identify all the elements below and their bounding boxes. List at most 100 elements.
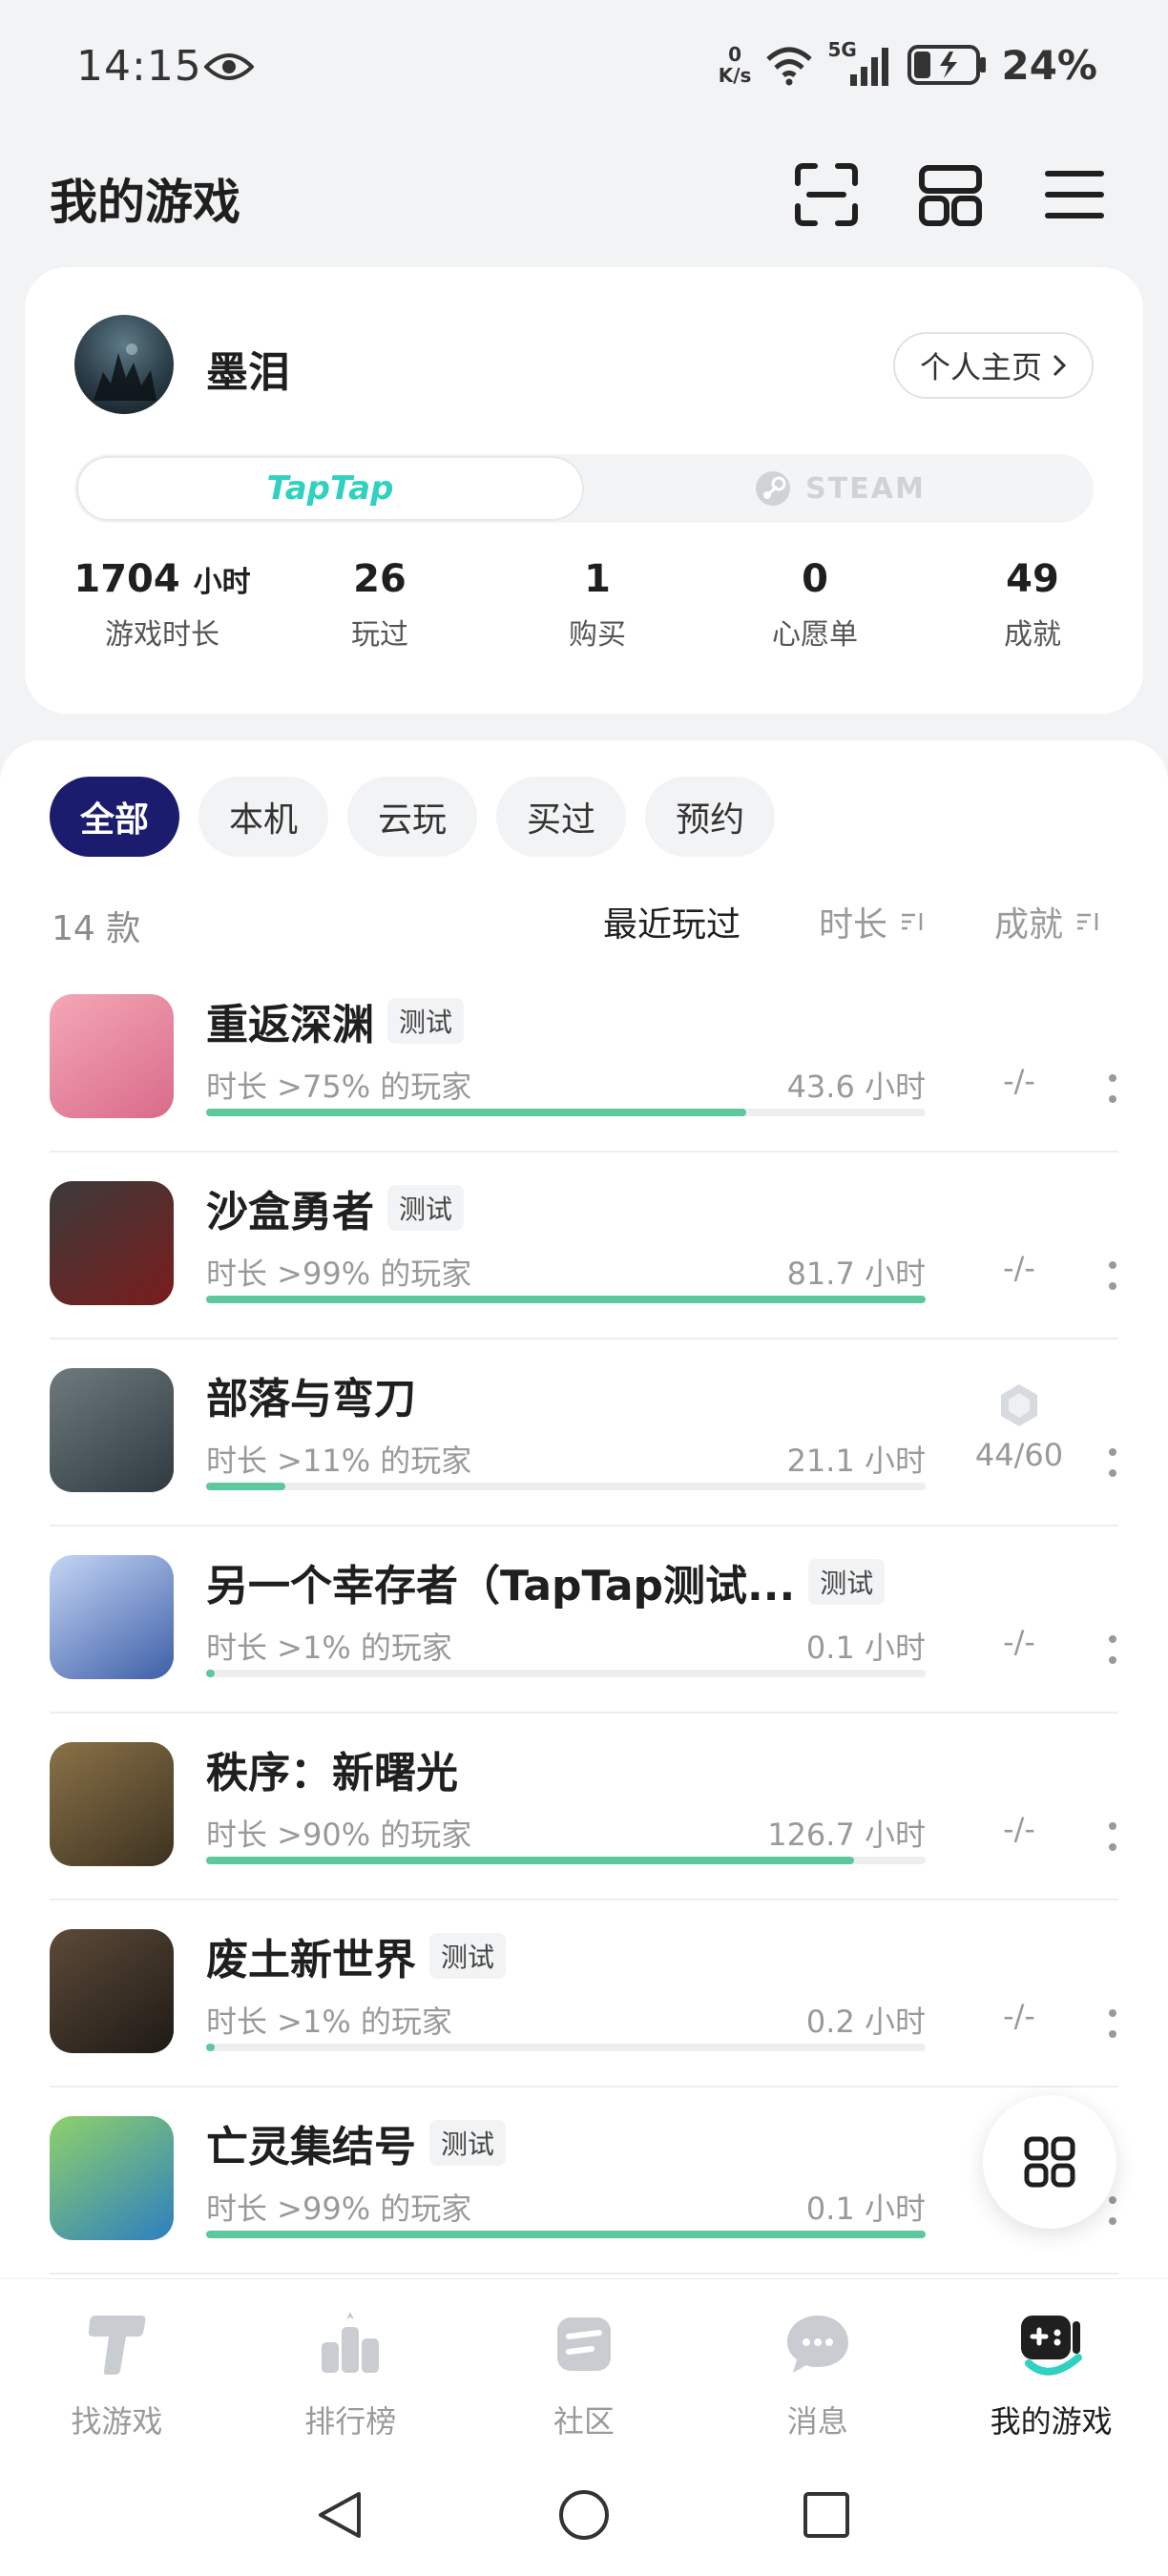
filter-reserved[interactable]: 预约 [645, 777, 776, 857]
battery-percent: 24% [1001, 41, 1097, 89]
status-time: 14:15 [76, 42, 202, 91]
playtime-bar-fill [206, 2044, 216, 2051]
game-icon[interactable] [50, 1181, 174, 1305]
stat-playtime-value: 1704 [73, 557, 180, 601]
game-row[interactable]: 沙盒勇者 测试 时长 >99% 的玩家 81.7 小时 -/- [0, 1153, 1168, 1340]
game-hours: 0.2 小时 [805, 2004, 926, 2040]
taptap-icon [89, 2316, 146, 2375]
stat-purchased-label: 购买 [569, 618, 626, 652]
scan-icon[interactable] [792, 160, 861, 229]
back-icon[interactable] [315, 2488, 365, 2542]
more-icon[interactable] [1107, 1257, 1118, 1296]
game-row[interactable]: 另一个幸存者（TapTap测试... 测试 时长 >1% 的玩家 0.1 小时 … [0, 1527, 1168, 1714]
floating-grid-button[interactable] [983, 2095, 1116, 2229]
nav-ranking[interactable]: 排行榜 [234, 2279, 468, 2450]
game-row[interactable]: 秩序：新曙光 时长 >90% 的玩家 126.7 小时 -/- [0, 1714, 1168, 1901]
system-nav-bar [0, 2450, 1168, 2576]
game-hours: 43.6 小时 [786, 1069, 926, 1105]
nav-label: 我的游戏 [990, 2403, 1113, 2440]
stat-wishlist[interactable]: 0 心愿单 [706, 557, 924, 653]
stat-played[interactable]: 26 玩过 [271, 557, 489, 653]
avatar[interactable] [74, 315, 174, 414]
sort-icon [1077, 913, 1098, 930]
playtime-bar [206, 1483, 926, 1490]
home-icon[interactable] [557, 2488, 611, 2542]
stat-playtime[interactable]: 1704 小时 游戏时长 [25, 557, 271, 653]
more-icon[interactable] [1107, 1818, 1118, 1857]
game-icon[interactable] [50, 1742, 174, 1866]
test-badge: 测试 [387, 1185, 465, 1231]
game-achievements: -/- [1003, 1063, 1035, 1099]
sort-playtime[interactable]: 时长 [819, 897, 927, 946]
game-icon[interactable] [50, 2116, 174, 2240]
stat-purchased-value: 1 [584, 557, 611, 601]
eye-icon [204, 53, 254, 80]
game-icon[interactable] [50, 994, 174, 1118]
sort-icon [902, 913, 923, 930]
stat-wishlist-value: 0 [802, 557, 828, 601]
game-percentile: 时长 >99% 的玩家 [206, 1256, 472, 1292]
stat-wishlist-label: 心愿单 [772, 618, 858, 652]
game-hours: 126.7 小时 [767, 1817, 926, 1853]
filter-all[interactable]: 全部 [50, 777, 180, 857]
nav-community[interactable]: 社区 [468, 2279, 701, 2450]
game-row[interactable]: 废土新世界 测试 时长 >1% 的玩家 0.2 小时 -/- [0, 1901, 1168, 2088]
game-title: 重返深渊 [206, 1001, 374, 1049]
sort-achievements[interactable]: 成就 [994, 897, 1102, 946]
game-row[interactable]: 部落与弯刀 时长 >11% 的玩家 21.1 小时 44/60 [0, 1340, 1168, 1527]
filter-purchased[interactable]: 买过 [496, 777, 627, 857]
nav-messages[interactable]: 消息 [700, 2279, 934, 2450]
stat-played-label: 玩过 [351, 618, 408, 652]
message-icon [786, 2316, 848, 2373]
layout-icon[interactable] [916, 160, 985, 229]
nav-find-games[interactable]: 找游戏 [0, 2279, 234, 2450]
more-icon[interactable] [1107, 1444, 1118, 1483]
game-achievements: -/- [1003, 1624, 1035, 1660]
game-achievements: -/- [1003, 1998, 1035, 2034]
filter-local[interactable]: 本机 [198, 777, 329, 857]
nav-my-games[interactable]: 我的游戏 [934, 2279, 1168, 2450]
game-hours: 81.7 小时 [786, 1256, 926, 1292]
platform-steam-tab[interactable]: STEAM [586, 454, 1094, 523]
achievement-medal-icon [1001, 1384, 1037, 1426]
recents-icon[interactable] [802, 2490, 851, 2540]
game-title: 沙盒勇者 [206, 1188, 374, 1236]
more-icon[interactable] [1107, 1631, 1118, 1670]
game-achievements: -/- [1003, 1811, 1035, 1847]
sort-achievements-label: 成就 [994, 905, 1064, 945]
homepage-label: 个人主页 [919, 349, 1042, 385]
stat-achievements[interactable]: 49 成就 [924, 557, 1141, 653]
game-achievements: 44/60 [974, 1437, 1064, 1473]
homepage-button[interactable]: 个人主页 [892, 332, 1094, 399]
game-icon[interactable] [50, 1929, 174, 2053]
game-percentile: 时长 >90% 的玩家 [206, 1817, 472, 1853]
test-badge: 测试 [387, 998, 465, 1044]
more-icon[interactable] [1107, 1070, 1118, 1109]
sort-recent[interactable]: 最近玩过 [603, 897, 740, 946]
nav-label: 找游戏 [71, 2403, 163, 2440]
platform-taptap-tab[interactable]: TapTap [76, 456, 584, 521]
game-row[interactable]: 重返深渊 测试 时长 >75% 的玩家 43.6 小时 -/- [0, 966, 1168, 1153]
filter-cloud[interactable]: 云玩 [347, 777, 478, 857]
community-icon [556, 2317, 611, 2371]
more-icon[interactable] [1107, 2192, 1118, 2231]
game-percentile: 时长 >99% 的玩家 [206, 2191, 472, 2227]
chevron-right-icon [1053, 354, 1067, 377]
stats-row: 1704 小时 游戏时长 26 玩过 1 购买 0 心愿单 49 成就 [25, 557, 1143, 653]
profile-card: 墨泪 个人主页 TapTap STEAM 1704 小时 游戏时长 26 玩过 … [25, 267, 1143, 714]
playtime-bar-fill [206, 1670, 216, 1677]
more-icon[interactable] [1107, 2005, 1118, 2044]
game-percentile: 时长 >75% 的玩家 [206, 1069, 472, 1105]
my-games-icon [1020, 2316, 1082, 2376]
nav-label: 消息 [786, 2403, 848, 2440]
stat-purchased[interactable]: 1 购买 [489, 557, 706, 653]
playtime-bar-fill [206, 1483, 285, 1490]
playtime-bar-fill [206, 1296, 926, 1303]
game-icon[interactable] [50, 1368, 174, 1492]
games-panel: 全部 本机 云玩 买过 预约 14 款 最近玩过 时长 成就 重返深渊 测试 时… [0, 740, 1168, 2362]
game-hours: 0.1 小时 [805, 1630, 926, 1666]
menu-icon[interactable] [1040, 160, 1109, 229]
game-icon[interactable] [50, 1555, 174, 1679]
playtime-bar [206, 1109, 926, 1116]
playtime-bar-fill [206, 1857, 854, 1864]
